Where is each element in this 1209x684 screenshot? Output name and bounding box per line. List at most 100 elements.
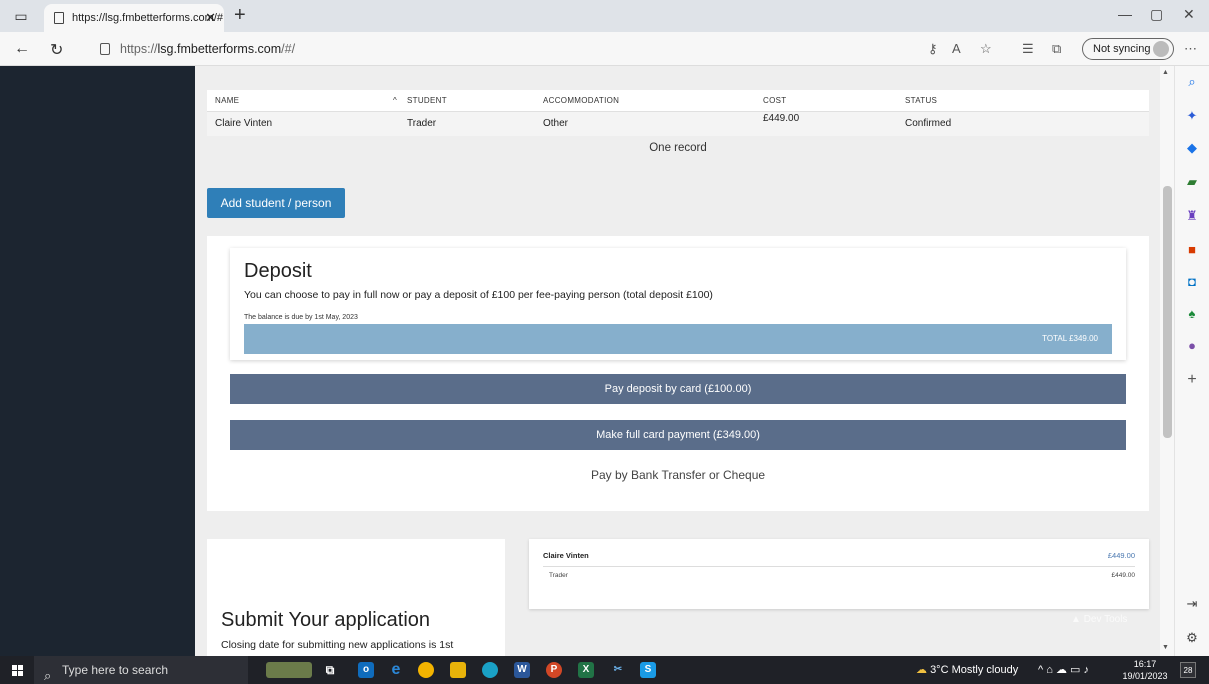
tab-close-icon[interactable]: ✕	[205, 4, 216, 32]
settings-gear-icon[interactable]: ⚙	[1184, 630, 1200, 646]
total-amount: TOTAL £349.00	[1042, 334, 1098, 343]
weather-widget[interactable]: ☁ 3°C Mostly cloudy	[916, 663, 1018, 676]
battery-icon[interactable]: ▭	[1070, 664, 1080, 676]
scroll-up-icon[interactable]: ▲	[1162, 69, 1169, 76]
browser-toolbar: ← ↻ https://lsg.fmbetterforms.com/#/ ⚷ A…	[0, 32, 1209, 66]
outlook-app-icon[interactable]: o	[358, 662, 374, 678]
scroll-thumb[interactable]	[1163, 186, 1172, 438]
powerpoint-icon[interactable]: P	[546, 662, 562, 678]
window-close-icon[interactable]: ✕	[1183, 6, 1195, 23]
pay-deposit-button[interactable]: Pay deposit by card (£100.00)	[230, 374, 1126, 404]
file-explorer-icon[interactable]	[450, 662, 466, 678]
record-count: One record	[649, 142, 707, 154]
search-placeholder: Type here to search	[62, 663, 169, 677]
summary-total: £449.00	[1107, 551, 1135, 560]
shopping-tag-icon[interactable]: ◆	[1184, 140, 1200, 156]
dev-tools-link[interactable]: ▲ Dev Tools	[1071, 614, 1127, 625]
tools-icon[interactable]: ▰	[1184, 174, 1200, 190]
page-content: NAME ^ STUDENT ACCOMMODATION COST STATUS…	[195, 66, 1160, 656]
page-scrollbar[interactable]: ▲ ▼	[1160, 66, 1174, 656]
office-icon[interactable]: ■	[1184, 242, 1200, 258]
extension-icon[interactable]: ●	[1184, 338, 1200, 354]
search-icon[interactable]: ⌕	[1184, 74, 1200, 90]
full-payment-button[interactable]: Make full card payment (£349.00)	[230, 420, 1126, 450]
onedrive-icon[interactable]: ☁	[1056, 664, 1067, 676]
table-row[interactable]: Claire Vinten Trader Other £449.00 Confi…	[207, 112, 1149, 136]
summary-divider	[543, 566, 1135, 567]
snipping-tool-icon[interactable]: ✂	[610, 662, 626, 678]
sync-label: Not syncing	[1093, 43, 1151, 55]
notification-center-icon[interactable]: 28	[1180, 662, 1196, 678]
summary-type: Trader	[549, 572, 568, 579]
discover-icon[interactable]: ✦	[1184, 108, 1200, 124]
bank-transfer-link[interactable]: Pay by Bank Transfer or Cheque	[230, 468, 1126, 482]
avatar	[1153, 41, 1169, 57]
total-bar: TOTAL £349.00	[244, 324, 1112, 354]
deposit-title: Deposit	[244, 260, 312, 282]
internet-explorer-icon[interactable]: e	[388, 662, 404, 678]
order-summary-card: Claire Vinten £449.00 Trader £449.00	[529, 539, 1149, 609]
row-status: Confirmed	[905, 118, 952, 129]
column-header-student[interactable]: STUDENT	[407, 90, 447, 112]
submit-card: Submit Your application Closing date for…	[207, 539, 505, 656]
sway-icon[interactable]: S	[640, 662, 656, 678]
network-icon[interactable]: ⌂	[1046, 664, 1053, 676]
edge-icon[interactable]	[482, 662, 498, 678]
news-widget-icon[interactable]	[266, 662, 312, 678]
taskbar-clock[interactable]: 16:17 19/01/2023	[1120, 658, 1170, 682]
profile-sync-button[interactable]: Not syncing	[1082, 38, 1174, 60]
read-aloud-icon[interactable]: A	[952, 41, 961, 56]
scroll-down-icon[interactable]: ▼	[1162, 644, 1169, 651]
restore-icon[interactable]: ▢	[1150, 6, 1163, 23]
chrome-icon[interactable]	[418, 662, 434, 678]
submit-title: Submit Your application	[221, 609, 431, 631]
closing-date-note: Closing date for submitting new applicat…	[221, 639, 454, 651]
key-icon[interactable]: ⚷	[928, 41, 938, 57]
refresh-icon[interactable]: ↻	[50, 40, 63, 60]
windows-start-icon[interactable]	[12, 665, 23, 676]
clock-time: 16:17	[1133, 659, 1157, 669]
hide-sidebar-icon[interactable]: ⇥	[1184, 596, 1200, 612]
row-cost: £449.00	[763, 113, 800, 124]
tab-title: https://lsg.fmbetterforms.com/#	[72, 12, 223, 24]
people-table: NAME ^ STUDENT ACCOMMODATION COST STATUS…	[207, 90, 1149, 136]
task-view-icon[interactable]: ⧉	[322, 662, 338, 678]
url-prefix: https://	[120, 42, 158, 56]
collections-icon[interactable]: ⧉	[1052, 41, 1061, 57]
cloud-icon: ☁	[916, 664, 927, 676]
tab-actions-icon[interactable]: ▭	[10, 6, 32, 26]
warning-icon: ▲	[1071, 614, 1081, 625]
address-bar[interactable]: https://lsg.fmbetterforms.com/#/	[92, 37, 1102, 61]
favorites-icon[interactable]: ☰	[1022, 41, 1034, 57]
taskbar-search[interactable]: ⌕ Type here to search	[34, 656, 248, 684]
new-tab-button[interactable]: +	[234, 4, 246, 27]
deposit-card: Deposit You can choose to pay in full no…	[230, 248, 1126, 360]
word-icon[interactable]: W	[514, 662, 530, 678]
system-tray[interactable]: ^ ⌂ ☁ ▭ ♪	[1038, 663, 1089, 676]
column-header-status[interactable]: STATUS	[905, 90, 937, 112]
browser-tab[interactable]: https://lsg.fmbetterforms.com/# ✕	[44, 4, 224, 32]
favorite-star-icon[interactable]: ☆	[980, 41, 992, 57]
column-header-accommodation[interactable]: ACCOMMODATION	[543, 90, 619, 112]
sort-ascending-icon[interactable]: ^	[393, 90, 397, 112]
summary-name: Claire Vinten	[543, 551, 589, 560]
tray-chevron-icon[interactable]: ^	[1038, 664, 1043, 676]
column-header-name[interactable]: NAME	[215, 90, 239, 112]
minimize-icon[interactable]: —	[1118, 6, 1132, 22]
games-icon[interactable]: ♜	[1184, 208, 1200, 224]
browser-tab-bar: ▭ https://lsg.fmbetterforms.com/# ✕ + — …	[0, 0, 1209, 32]
left-nav-band	[0, 66, 195, 656]
add-icon[interactable]: +	[1184, 372, 1200, 388]
back-icon[interactable]: ←	[14, 40, 30, 58]
outlook-icon[interactable]: ◘	[1184, 274, 1200, 290]
url-host: lsg.fmbetterforms.com	[157, 42, 282, 56]
tree-icon[interactable]: ♠	[1184, 306, 1200, 322]
excel-icon[interactable]: X	[578, 662, 594, 678]
volume-icon[interactable]: ♪	[1083, 664, 1089, 676]
weather-text: 3°C Mostly cloudy	[930, 664, 1019, 676]
more-icon[interactable]: ⋯	[1184, 41, 1197, 57]
dev-tools-label: Dev Tools	[1083, 614, 1128, 625]
clock-date: 19/01/2023	[1122, 671, 1168, 681]
add-student-button[interactable]: Add student / person	[207, 188, 345, 218]
search-icon: ⌕	[44, 668, 52, 683]
